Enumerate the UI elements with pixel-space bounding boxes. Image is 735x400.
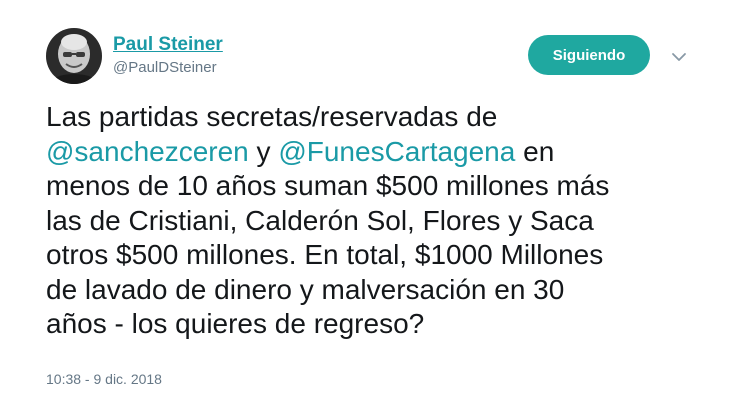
tweet-line: años - los quieres de regreso? [46,308,425,339]
tweet-card: Paul Steiner @PaulDSteiner Siguiendo Las… [0,0,735,400]
tweet-text: Las partidas secretas/reservadas de @san… [46,100,726,342]
tweet-line: otros $500 millones. En total, $1000 Mil… [46,239,604,270]
tweet-line: @sanchezceren y @FunesCartagena en [46,135,726,170]
avatar-photo-icon [46,28,102,84]
tweet-timestamp[interactable]: 10:38 - 9 dic. 2018 [46,371,162,387]
tweet-text-fragment: y [248,135,279,167]
tweet-text-fragment: en [515,135,555,167]
following-button[interactable]: Siguiendo [528,35,650,75]
mention-link[interactable]: @FunesCartagena [278,136,515,167]
author-display-name[interactable]: Paul Steiner [113,34,223,56]
tweet-line: menos de 10 años suman $500 millones más [46,170,610,201]
mention-link[interactable]: @sanchezceren [46,136,249,167]
chevron-down-icon[interactable] [668,46,690,68]
avatar[interactable] [46,28,102,84]
tweet-line: de lavado de dinero y malversación en 30 [46,273,565,305]
tweet-line: Las partidas secretas/reservadas de [46,101,498,132]
author-handle: @PaulDSteiner [113,59,217,76]
tweet-line: las de Cristiani, Calderón Sol, Flores y… [46,204,594,236]
